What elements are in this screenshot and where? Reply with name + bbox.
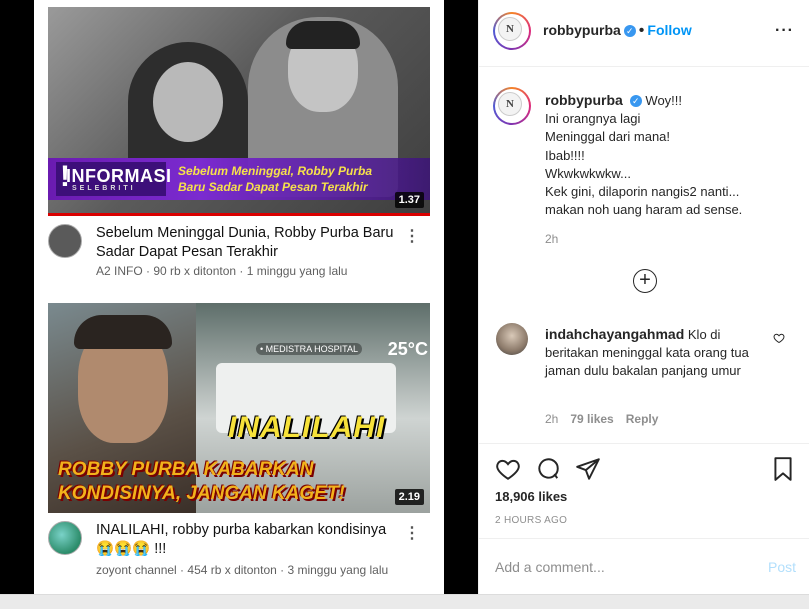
portrait-photo <box>48 303 196 513</box>
verified-badge-icon: ✓ <box>623 25 636 37</box>
verified-badge-icon: ✓ <box>629 95 642 107</box>
caption-line: Ibab!!!! <box>545 147 585 163</box>
add-comment-bar: Add a comment... Post <box>479 538 809 594</box>
commenter-avatar[interactable] <box>496 323 528 355</box>
video-info-1: Sebelum Meninggal Dunia, Robby Purba Bar… <box>48 224 430 294</box>
avatar[interactable]: N <box>493 12 531 50</box>
action-bar <box>479 443 809 493</box>
caption-line: Woy!!! <box>645 93 683 108</box>
screenshot-image: ! INFORMASI SELEBRITI Sebelum Meninggal,… <box>34 0 444 594</box>
header-user: robbypurba ✓ • Follow <box>543 22 692 40</box>
post-timestamp[interactable]: 2 HOURS AGO <box>495 515 567 526</box>
comment-bubble-icon[interactable] <box>535 456 561 482</box>
post-panel: N robbypurba ✓ • Follow ··· N robbypurba ✓ W… <box>478 0 809 594</box>
video-duration: 1.37 <box>394 192 424 208</box>
likes-count[interactable]: 18,906 likes <box>495 489 567 504</box>
share-paper-plane-icon[interactable] <box>575 456 601 482</box>
overlay-line-2: KONDISINYA, JANGAN KAGET! <box>58 483 345 504</box>
banner-headline-1: Sebelum Meninggal, Robby Purba <box>178 164 373 178</box>
caption-avatar[interactable]: N <box>493 87 531 125</box>
comment-meta: 2h 79 likes Reply <box>545 412 670 426</box>
like-heart-icon[interactable] <box>495 456 521 482</box>
kebab-menu-icon: ⋮ <box>404 525 420 542</box>
channel-avatar <box>48 521 82 555</box>
video-title: Sebelum Meninggal Dunia, Robby Purba Bar… <box>96 225 394 260</box>
username-link[interactable]: robbypurba <box>543 22 621 38</box>
video-meta: zoyont channel · 454 rb x ditonton · 3 m… <box>96 563 389 577</box>
comment: indahchayangahmad Klo di beritakan menin… <box>545 326 771 380</box>
caption: robbypurba ✓ Woy!!! Ini orangnya lagi Men… <box>545 92 795 219</box>
banner-headline-2: Baru Sadar Dapat Pesan Terakhir <box>178 180 368 194</box>
load-more-comments-icon[interactable]: + <box>633 269 657 293</box>
video-duration: 2.19 <box>394 489 424 505</box>
video-thumbnail-2: • MEDISTRA HOSPITAL 25°C INALILAHI ROBBY… <box>48 303 430 513</box>
commenter-username[interactable]: indahchayangahmad <box>545 326 684 342</box>
comment-likes[interactable]: 79 likes <box>570 412 613 426</box>
hospital-photo: • MEDISTRA HOSPITAL 25°C <box>196 303 430 513</box>
caption-line: Meninggal dari mana! <box>545 129 671 145</box>
kebab-menu-icon: ⋮ <box>404 228 420 245</box>
temperature-readout: 25°C <box>387 339 428 359</box>
video-thumbnail-1: ! INFORMASI SELEBRITI Sebelum Meninggal,… <box>48 7 430 216</box>
comment-like-heart-icon[interactable] <box>773 332 785 344</box>
post-button[interactable]: Post <box>768 559 796 575</box>
overlay-headline: INALILAHI <box>228 411 386 444</box>
caption-line: makan noh uang haram ad sense. <box>545 202 743 218</box>
progress-bar <box>48 213 430 216</box>
post-header: N robbypurba ✓ • Follow ··· <box>479 0 809 67</box>
caption-line: Ini orangnya lagi <box>545 111 641 127</box>
caption-time[interactable]: 2h <box>545 232 558 246</box>
video-title: INALILAHI, robby purba kabarkan kondisin… <box>96 522 387 557</box>
channel-avatar <box>48 224 82 258</box>
comment-input[interactable]: Add a comment... <box>495 559 605 575</box>
brand-title: INFORMASI <box>66 166 172 186</box>
save-bookmark-icon[interactable] <box>770 456 796 482</box>
reply-button[interactable]: Reply <box>626 412 659 426</box>
comment-time[interactable]: 2h <box>545 412 558 426</box>
brand-subtitle: SELEBRITI <box>72 185 136 192</box>
hospital-label: • MEDISTRA HOSPITAL <box>256 343 363 355</box>
separator-dot: • <box>638 22 645 39</box>
caption-username[interactable]: robbypurba <box>545 92 623 108</box>
caption-line: Kek gini, dilaporin nangis2 nanti... <box>545 184 740 200</box>
news-banner: ! INFORMASI SELEBRITI Sebelum Meninggal,… <box>48 158 430 200</box>
overlay-line-1: ROBBY PURBA KABARKAN <box>58 459 314 480</box>
page-bottom-edge <box>0 594 809 609</box>
post-media[interactable]: ! INFORMASI SELEBRITI Sebelum Meninggal,… <box>0 0 478 594</box>
more-options-icon[interactable]: ··· <box>775 22 794 40</box>
caption-line: Wkwkwkwkw... <box>545 165 631 181</box>
video-info-2: INALILAHI, robby purba kabarkan kondisin… <box>48 521 430 593</box>
follow-button[interactable]: Follow <box>647 22 691 38</box>
video-meta: A2 INFO · 90 rb x ditonton · 1 minggu ya… <box>96 264 348 278</box>
